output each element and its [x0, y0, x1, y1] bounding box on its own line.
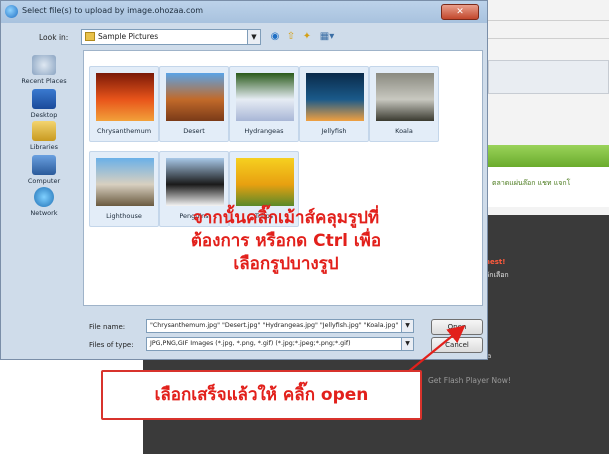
annotation-line: จากนั้นคลิ๊กเม้าส์คลุมรูปที่: [192, 208, 380, 228]
places-bar: Recent Places Desktop Libraries Computer…: [7, 51, 81, 291]
thumbnail-image: [236, 158, 294, 206]
file-thumbnail[interactable]: Koala: [369, 66, 439, 142]
file-thumbnail[interactable]: Jellyfish: [299, 66, 369, 142]
files-of-type-label: Files of type:: [89, 341, 134, 349]
place-libraries[interactable]: Libraries: [7, 121, 81, 151]
place-computer[interactable]: Computer: [7, 155, 81, 185]
file-name-label: Chrysanthemum: [96, 127, 152, 135]
thumbnail-image: [96, 158, 154, 206]
up-folder-icon[interactable]: ⇧: [284, 30, 298, 44]
file-thumbnail[interactable]: Chrysanthemum: [89, 66, 159, 142]
libraries-icon: [32, 121, 56, 141]
thumbnail-image: [236, 73, 294, 121]
look-in-dropdown[interactable]: Sample Pictures ▼: [81, 29, 261, 45]
place-network[interactable]: Network: [7, 187, 81, 217]
file-thumbnail[interactable]: Desert: [159, 66, 229, 142]
files-of-type-value: JPG,PNG,GIF Images (*.jpg, *.png, *.gif)…: [150, 340, 351, 347]
file-name-value: "Chrysanthemum.jpg" "Desert.jpg" "Hydran…: [150, 322, 399, 329]
background-green-bar: [488, 145, 609, 167]
close-button[interactable]: ✕: [441, 4, 479, 20]
background-divider: [488, 38, 609, 39]
file-name-label: Desert: [183, 127, 205, 135]
thumbnail-image: [306, 73, 364, 121]
chevron-down-icon[interactable]: ▼: [401, 338, 413, 350]
desktop-icon: [32, 89, 56, 109]
look-in-value: Sample Pictures: [98, 32, 159, 41]
annotation-line: ต้องการ หรือกด Ctrl เพื่อ: [190, 231, 382, 251]
flash-player-link[interactable]: Get Flash Player Now!: [428, 376, 511, 385]
place-label: Recent Places: [21, 77, 67, 85]
background-panel: [488, 60, 609, 94]
file-thumbnail[interactable]: Hydrangeas: [229, 66, 299, 142]
place-label: Network: [30, 209, 58, 217]
place-label: Libraries: [29, 143, 59, 151]
thumbnail-image: [376, 73, 434, 121]
dialog-title: Select file(s) to upload by image.ohozaa…: [22, 6, 204, 15]
place-label: Computer: [27, 177, 61, 185]
browser-globe-icon: [5, 5, 18, 18]
file-name-label: Lighthouse: [106, 212, 142, 220]
background-divider: [488, 20, 609, 21]
look-in-label: Look in:: [39, 33, 69, 42]
file-name-label: Jellyfish: [321, 127, 347, 135]
background-text: ลักเลือก: [485, 271, 509, 279]
place-recent[interactable]: Recent Places: [7, 55, 81, 85]
instruction-annotation: จากนั้นคลิ๊กเม้าส์คลุมรูปที่ ต้องการ หรื…: [151, 207, 421, 276]
background-highlight-text: hest!: [485, 258, 506, 266]
cancel-button[interactable]: Cancel: [431, 337, 483, 353]
file-name-label: Hydrangeas: [244, 127, 284, 135]
recent-places-icon: [32, 55, 56, 75]
files-of-type-dropdown[interactable]: JPG,PNG,GIF Images (*.jpg, *.png, *.gif)…: [146, 337, 414, 351]
network-icon: [34, 187, 54, 207]
computer-icon: [32, 155, 56, 175]
views-menu-icon[interactable]: ▦▾: [317, 30, 337, 44]
back-icon[interactable]: ◉: [268, 30, 282, 44]
dialog-titlebar[interactable]: Select file(s) to upload by image.ohozaa…: [1, 1, 487, 23]
chevron-down-icon[interactable]: ▼: [247, 30, 260, 44]
file-thumbnail[interactable]: Lighthouse: [89, 151, 159, 227]
place-label: Desktop: [30, 111, 58, 119]
place-desktop[interactable]: Desktop: [7, 89, 81, 119]
background-nav-links[interactable]: ตลาดแผ่นล๊อก แชท แจกโ: [492, 178, 570, 189]
file-name-input[interactable]: "Chrysanthemum.jpg" "Desert.jpg" "Hydran…: [146, 319, 414, 333]
chevron-down-icon[interactable]: ▼: [401, 320, 413, 332]
file-name-label: File name:: [89, 323, 126, 331]
open-button[interactable]: Open: [431, 319, 483, 335]
file-open-dialog: Select file(s) to upload by image.ohozaa…: [0, 0, 488, 360]
new-folder-icon[interactable]: ✦: [300, 30, 314, 44]
thumbnail-image: [96, 73, 154, 121]
annotation-line: เลือกรูปบางรูป: [233, 254, 339, 274]
file-name-label: Koala: [395, 127, 413, 135]
folder-icon: [85, 32, 95, 41]
open-instruction-callout: เลือกเสร็จแล้วให้ คลิ๊ก open: [101, 370, 422, 420]
thumbnail-image: [166, 158, 224, 206]
thumbnail-image: [166, 73, 224, 121]
